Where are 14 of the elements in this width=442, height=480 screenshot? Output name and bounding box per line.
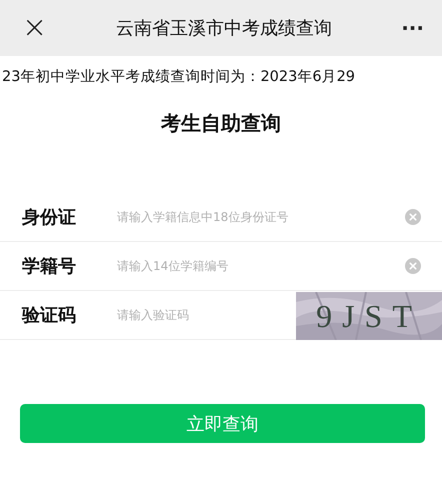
clear-icon[interactable] [405, 258, 421, 274]
captcha-image[interactable]: 9JST [296, 292, 442, 340]
notice-text: 23年初中学业水平考成绩查询时间为：2023年6月29 [2, 68, 356, 86]
field-label: 验证码 [22, 304, 77, 327]
close-button[interactable]: × [22, 13, 48, 43]
field-label: 身份证 [22, 206, 77, 229]
input-field[interactable]: 请输入学籍信息中18位身份证号 [117, 210, 317, 224]
more-button[interactable]: ··· [401, 16, 424, 40]
input-field[interactable]: 请输入14位学籍编号 [117, 259, 317, 273]
page-title: 云南省玉溪市中考成绩查询 [116, 17, 332, 40]
input-field[interactable]: 请输入验证码 [117, 308, 287, 322]
field-label: 学籍号 [22, 255, 77, 278]
form-heading: 考生自助查询 [160, 110, 282, 137]
clear-icon[interactable] [405, 209, 421, 225]
